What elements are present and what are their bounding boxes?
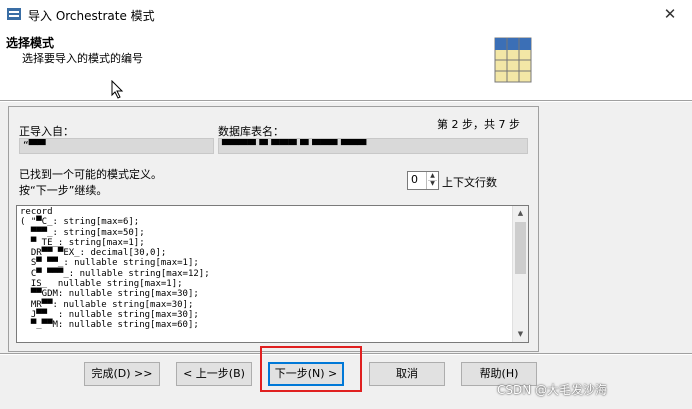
table-name-label: 数据库表名： [218,125,284,138]
schema-line: ( "▀C_: string[max=6]; [20,217,140,228]
schema-line: S▀ ▀▀_: nullable string[max=1]; [20,258,199,269]
schema-line: ▀▀▀_: string[max=50]; [20,227,145,238]
close-button[interactable]: ✕ [648,0,692,28]
found-schema-text: 已找到一个可能的模式定义。 [19,168,162,181]
context-lines-stepper[interactable]: 0 ▲ ▼ [407,171,439,190]
next-button-highlight [260,346,362,392]
table-graphic-icon [494,37,532,83]
back-button[interactable]: < 上一步(B) [176,362,252,386]
import-from-label: 正导入自： [19,125,74,138]
mouse-cursor-icon [111,80,124,99]
schema-line: DR▀▀ ▀EX_: decimal[30,0]; [20,248,167,259]
schema-line: ▀_▀▀M: nullable string[max=60]; [20,320,199,331]
schema-definition-text: record( "▀C_: string[max=6]; ▀▀▀_: strin… [20,207,210,331]
continue-hint-text: 按“下一步”继续。 [19,184,108,197]
schema-line: IS_ nullable string[max=1]; [20,279,183,290]
stepper-down-icon[interactable]: ▼ [428,180,437,188]
schema-line: ▀▀GDM: nullable string[max=30]; [20,289,199,300]
schema-line: C▀ ▀▀▀_: nullable string[max=12]; [20,268,210,279]
stepper-arrows[interactable]: ▲ ▼ [426,172,438,189]
wizard-panel: 第 2 步，共 7 步 正导入自： “▀▀ 数据库表名： ▀▀▀▀ ▀ ▀▀▀ … [8,106,539,352]
context-lines-value[interactable]: 0 [411,173,418,186]
app-icon [7,8,21,20]
header-divider [0,100,692,102]
scroll-thumb[interactable] [515,222,526,274]
schema-line: record [20,207,53,217]
watermark: CSDN @大毛发沙海 [497,383,608,397]
step-indicator: 第 2 步，共 7 步 [437,118,520,131]
title-bar: 导入 Orchestrate 模式 ✕ [0,0,692,29]
scroll-up-icon[interactable]: ▲ [513,206,528,221]
schema-line: ▀ TE_: string[max=1]; [20,237,145,248]
schema-line: MR▀▀: nullable string[max=30]; [20,299,194,310]
schema-definition-textarea[interactable]: record( "▀C_: string[max=6]; ▀▀▀_: strin… [16,205,529,343]
page-subtitle: 选择要导入的模式的编号 [22,52,143,65]
page-title: 选择模式 [6,36,55,50]
vertical-scrollbar[interactable]: ▲ ▼ [512,206,528,342]
cancel-button[interactable]: 取消 [369,362,445,386]
window-title: 导入 Orchestrate 模式 [28,9,155,23]
context-lines-label: 上下文行数 [442,176,497,189]
table-name-field: ▀▀▀▀ ▀ ▀▀▀ ▀ ▀▀▀ ▀▀▀ [218,138,528,154]
import-from-field: “▀▀ [19,138,214,154]
wizard-header: 选择模式 选择要导入的模式的编号 [0,28,692,100]
scroll-down-icon[interactable]: ▼ [513,327,528,342]
schema-line: J▀▀ : nullable string[max=30]; [20,309,199,320]
finish-button[interactable]: 完成(D) >> [84,362,160,386]
